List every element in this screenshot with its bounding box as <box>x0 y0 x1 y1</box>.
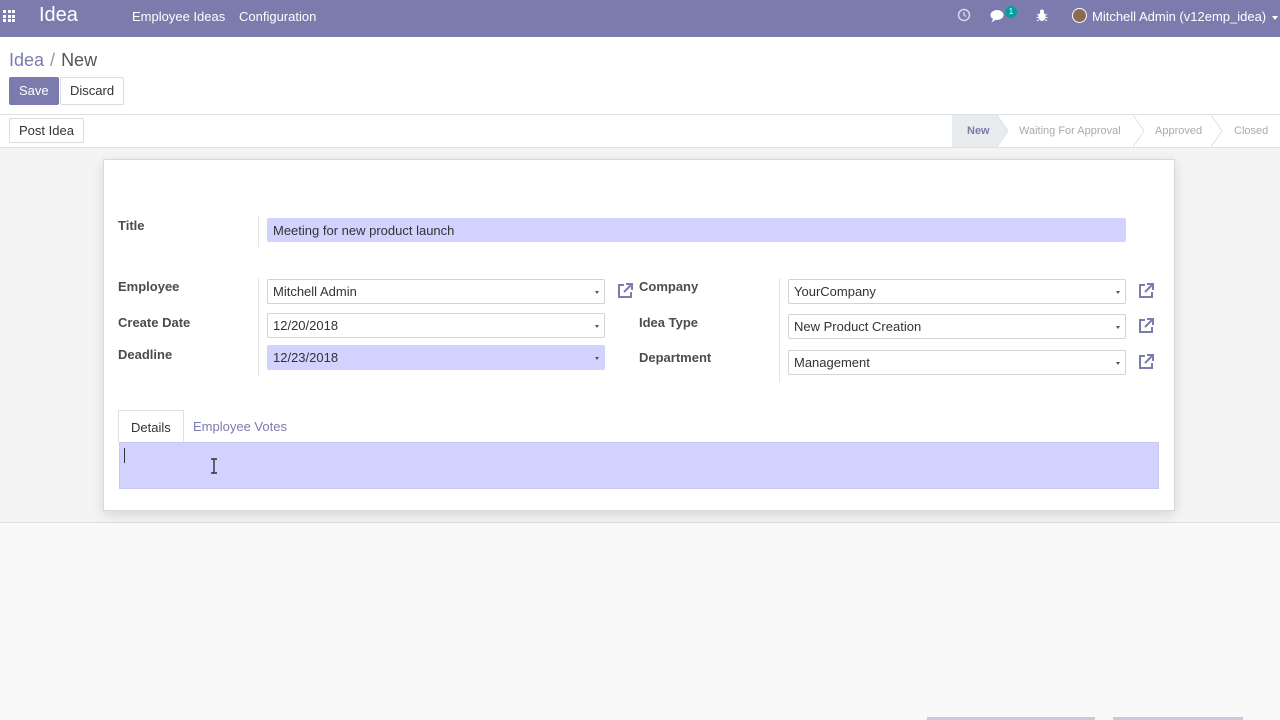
external-link-icon[interactable] <box>1136 316 1156 336</box>
employee-value: Mitchell Admin <box>273 284 357 299</box>
divider <box>258 278 259 376</box>
idea-type-value: New Product Creation <box>794 319 922 334</box>
stage-approved[interactable]: Approved <box>1155 115 1202 147</box>
breadcrumb-current: New <box>61 50 98 70</box>
apps-grid-icon[interactable] <box>3 10 15 22</box>
stage-arrow-icon <box>1211 115 1223 147</box>
menu-employee-ideas[interactable]: Employee Ideas <box>132 9 225 24</box>
caret-down-icon <box>1116 326 1120 329</box>
divider <box>258 216 259 247</box>
breadcrumb-separator: / <box>50 50 56 70</box>
title-input[interactable]: Meeting for new product launch <box>267 218 1126 242</box>
menu-configuration[interactable]: Configuration <box>239 9 316 24</box>
idea-type-select[interactable]: New Product Creation <box>788 314 1126 339</box>
details-textarea[interactable] <box>119 442 1159 489</box>
title-label: Title <box>118 218 145 233</box>
department-select[interactable]: Management <box>788 350 1126 375</box>
department-label: Department <box>639 350 712 365</box>
caret-down-icon <box>1116 291 1120 294</box>
idea-type-label: Idea Type <box>639 315 699 330</box>
discard-button[interactable]: Discard <box>60 77 125 105</box>
stage-closed[interactable]: Closed <box>1234 115 1268 147</box>
bug-icon[interactable] <box>1036 9 1048 22</box>
top-navbar: Idea Employee Ideas Configuration 1 Mitc… <box>0 0 1280 37</box>
deadline-label: Deadline <box>118 347 173 362</box>
caret-down-icon <box>595 325 599 328</box>
stage-arrow-icon <box>997 115 1009 147</box>
divider <box>779 278 780 382</box>
stage-arrow-icon <box>1133 115 1145 147</box>
external-link-icon[interactable] <box>1136 281 1156 301</box>
employee-select[interactable]: Mitchell Admin <box>267 279 605 304</box>
company-value: YourCompany <box>794 284 876 299</box>
company-select[interactable]: YourCompany <box>788 279 1126 304</box>
create-date-value: 12/20/2018 <box>273 318 339 333</box>
department-value: Management <box>794 355 870 370</box>
stage-waiting-for-approval[interactable]: Waiting For Approval <box>1019 115 1121 147</box>
chevron-down-icon <box>1272 15 1279 20</box>
stage-new[interactable]: New <box>952 115 998 147</box>
breadcrumb-parent[interactable]: Idea <box>9 50 44 70</box>
clock-icon[interactable] <box>957 8 971 22</box>
text-cursor <box>124 448 125 463</box>
user-menu[interactable]: Mitchell Admin (v12emp_idea) <box>1092 9 1279 24</box>
caret-down-icon <box>1116 362 1120 365</box>
caret-down-icon <box>595 357 599 360</box>
company-label: Company <box>639 279 699 294</box>
app-title: Idea <box>39 4 78 26</box>
tab-details[interactable]: Details <box>118 410 184 443</box>
user-avatar[interactable] <box>1072 8 1087 23</box>
chat-count-badge: 1 <box>1005 6 1017 18</box>
external-link-icon[interactable] <box>1136 352 1156 372</box>
external-link-icon[interactable] <box>615 281 635 301</box>
ibeam-cursor-icon <box>211 458 217 474</box>
save-button[interactable]: Save <box>9 77 59 105</box>
status-bar: Post Idea New Waiting For Approval Appro… <box>0 115 1280 148</box>
tab-employee-votes[interactable]: Employee Votes <box>181 410 299 443</box>
notebook-tabs: Details Employee Votes <box>118 410 1159 443</box>
create-date-input[interactable]: 12/20/2018 <box>267 313 605 338</box>
post-idea-button[interactable]: Post Idea <box>9 118 84 143</box>
create-date-label: Create Date <box>118 315 191 330</box>
control-panel: Idea / New Save Discard <box>0 37 1280 115</box>
deadline-input[interactable]: 12/23/2018 <box>267 345 605 370</box>
employee-label: Employee <box>118 279 180 294</box>
deadline-value: 12/23/2018 <box>273 350 339 365</box>
user-name-label: Mitchell Admin (v12emp_idea) <box>1092 9 1267 24</box>
caret-down-icon <box>595 291 599 294</box>
breadcrumb: Idea / New <box>9 50 97 71</box>
